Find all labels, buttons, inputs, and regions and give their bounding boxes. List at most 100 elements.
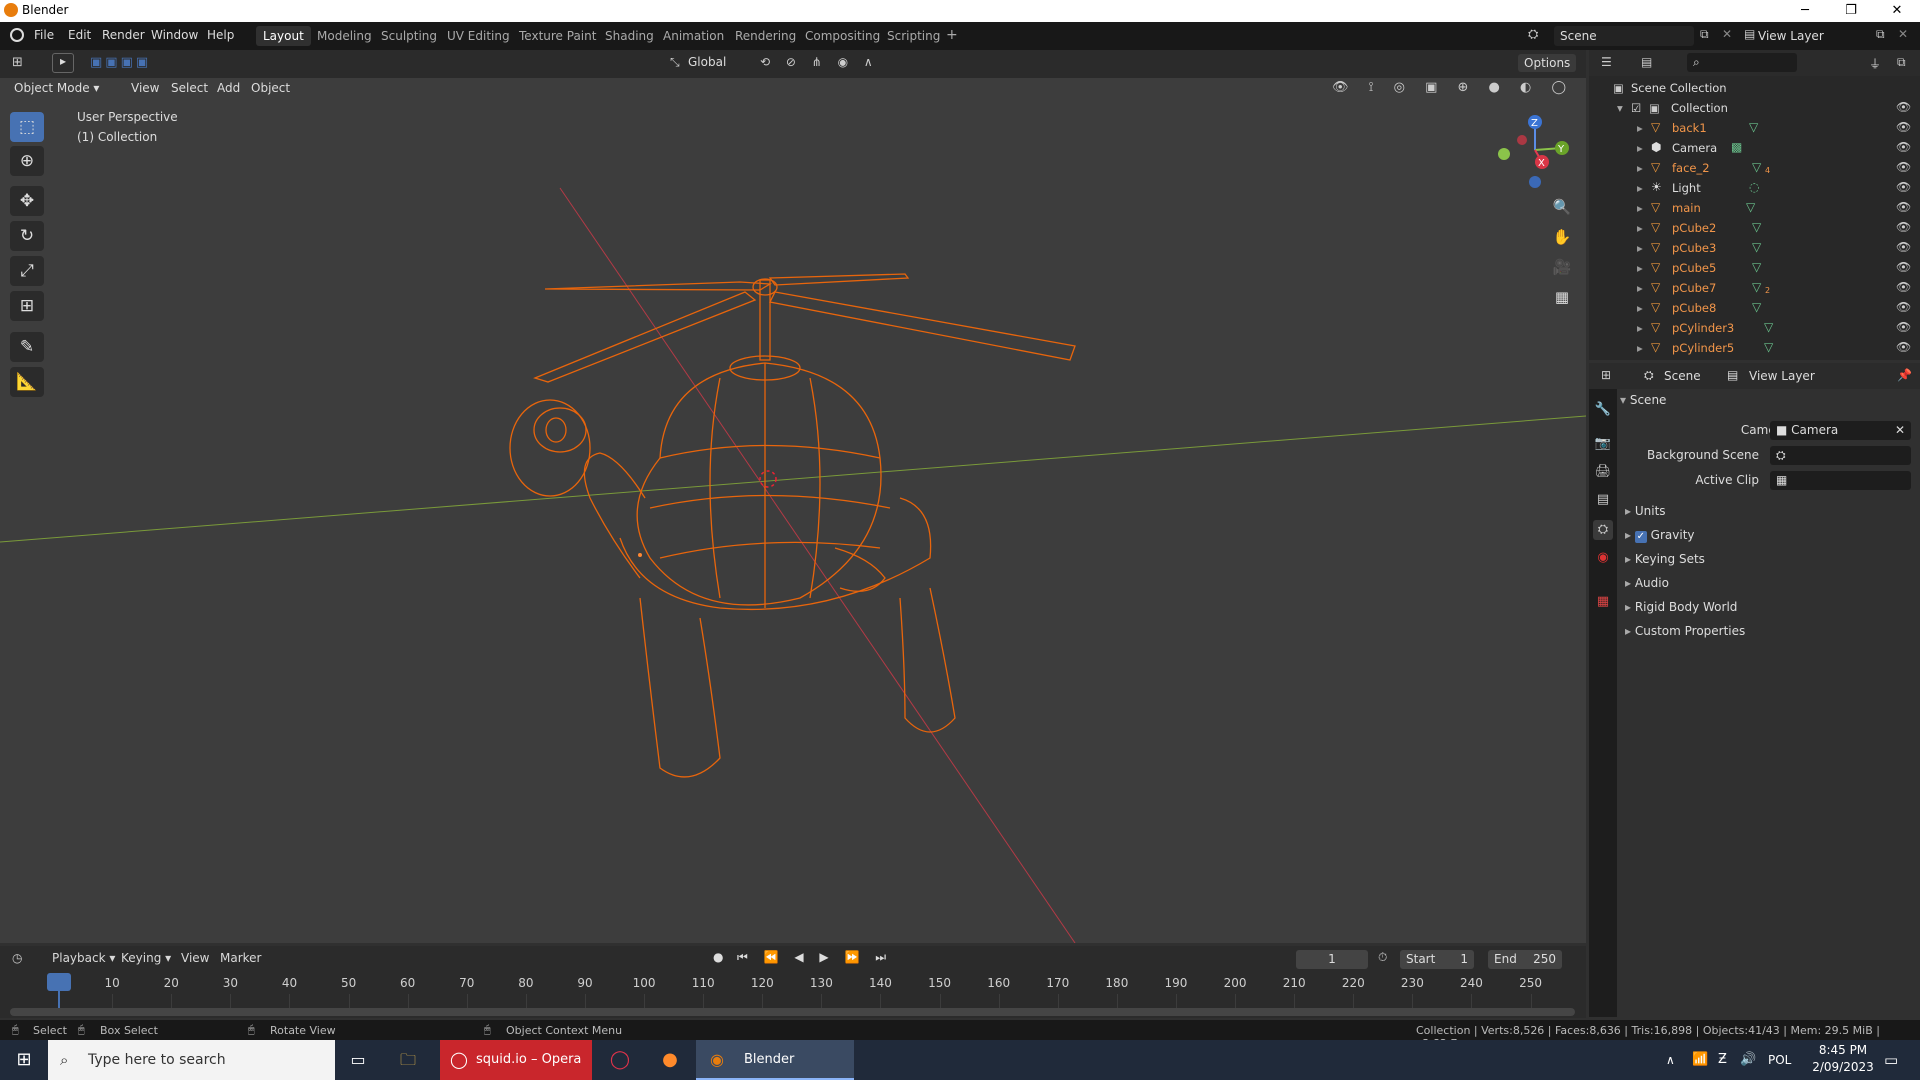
world-tab-icon[interactable]: ◉ [1593,548,1613,568]
clock-date[interactable]: 2/09/2023 [1808,1060,1878,1074]
timeline-menu-keying[interactable]: Keying ▾ [121,951,171,965]
input-method-icon[interactable]: Ƶ [1718,1040,1727,1080]
visibility-eye-icon[interactable]: 👁 [1896,200,1911,214]
outliner-item[interactable]: ▸ ☀ Light ◌ 👁 [1589,178,1920,198]
minimize-button[interactable]: ─ [1782,0,1828,22]
editor-type-icon[interactable]: ⊞ [12,55,23,70]
visibility-eye-icon[interactable]: 👁 [1896,140,1911,154]
maximize-button[interactable]: ❐ [1828,0,1874,22]
camera-data-icon[interactable]: ▩ [1731,140,1742,154]
scene-selector-icon[interactable]: ⛭ [1528,27,1538,42]
delete-view-layer-icon[interactable]: ✕ [1898,27,1908,41]
menu-window[interactable]: Window [151,28,198,42]
opera-gx-icon[interactable]: ◯ [600,1040,640,1080]
scale-tool-icon[interactable]: ⤢ [10,256,44,286]
checkbox-icon[interactable]: ☑ [1631,101,1641,115]
taskbar-search-box[interactable]: ⌕ Type here to search [48,1040,335,1080]
tab-animation[interactable]: Animation [656,26,731,46]
timeline-menu-view[interactable]: View [181,951,209,965]
outliner-item[interactable]: ▸ ▽ pCube8 ▽ 👁 [1589,298,1920,318]
viewport-menu-object[interactable]: Object [251,81,290,95]
menu-render[interactable]: Render [102,28,145,42]
panel-keying-sets[interactable]: ▸ Keying Sets [1625,552,1705,566]
expand-arrow-icon[interactable]: ▸ [1637,161,1643,175]
new-view-layer-icon[interactable]: ⧉ [1876,27,1885,42]
measure-tool-icon[interactable]: 📐 [10,367,44,397]
breadcrumb-view-layer[interactable]: View Layer [1749,369,1815,383]
outliner-item[interactable]: ▸ ▽ back1 ▽ 👁 [1589,118,1920,138]
mesh-data-icon[interactable]: ▽ [1752,300,1761,314]
tray-chevron-icon[interactable]: ∧ [1666,1040,1675,1080]
select-tool-icon[interactable]: ▸ [52,53,74,73]
clock-time[interactable]: 8:45 PM [1808,1043,1878,1057]
volume-icon[interactable]: 🔊 [1740,1040,1756,1080]
expand-arrow-icon[interactable]: ▸ [1637,201,1643,215]
viewport-menu-add[interactable]: Add [217,81,240,95]
tab-shading[interactable]: Shading [598,26,661,46]
new-collection-icon[interactable]: ⧉ [1897,55,1906,70]
mesh-data-icon[interactable]: ▽ [1752,280,1761,294]
outliner-item[interactable]: ▸ ▽ pCube2 ▽ 👁 [1589,218,1920,238]
tab-compositing[interactable]: Compositing [798,26,887,46]
start-frame-field[interactable]: Start 1 [1400,950,1474,969]
collapse-arrow-icon[interactable]: ▾ [1617,101,1623,115]
playhead[interactable] [47,973,71,991]
taskbar-opera-window[interactable]: ◯ squid.io – Opera [440,1040,592,1080]
outliner-item[interactable]: ▸ ▽ pCylinder3 ▽ 👁 [1589,318,1920,338]
scene-section-header[interactable]: ▾ Scene [1620,393,1666,407]
expand-arrow-icon[interactable]: ▸ [1637,281,1643,295]
blender-menu-icon[interactable] [10,28,24,42]
task-view-icon[interactable]: ▭ [340,1040,376,1080]
background-scene-field[interactable]: ⛭ [1770,446,1911,465]
outliner-item[interactable]: ▸ ▽ pCylinder5 ▽ 👁 [1589,338,1920,358]
outliner-search-input[interactable]: ⌕ [1687,53,1797,72]
mesh-data-icon[interactable]: ▽ [1752,160,1761,174]
visibility-eye-icon[interactable]: 👁 [1896,100,1911,114]
notifications-icon[interactable]: ▭ [1884,1040,1898,1080]
panel-gravity[interactable]: ▸ ✓ Gravity [1625,528,1695,543]
tab-scripting[interactable]: Scripting [880,26,947,46]
timeline-menu-marker[interactable]: Marker [220,951,261,965]
navigation-gizmo[interactable]: Z Y X [1490,110,1570,190]
tab-modeling[interactable]: Modeling [310,26,379,46]
viewport-menu-select[interactable]: Select [171,81,208,95]
tool-tab-icon[interactable]: 🔧 [1593,400,1613,420]
camera-field[interactable]: ■ Camera ✕ [1770,421,1911,440]
panel-custom-properties[interactable]: ▸ Custom Properties [1625,624,1745,638]
display-mode-icon[interactable]: ▤ [1641,55,1652,69]
transform-orientation-dropdown[interactable]: Global [688,55,726,69]
expand-arrow-icon[interactable]: ▸ [1637,121,1643,135]
outliner-item[interactable]: ▸ ▽ pCube5 ▽ 👁 [1589,258,1920,278]
texture-tab-icon[interactable]: ▦ [1593,592,1613,612]
output-tab-icon[interactable]: 🖨 [1593,462,1613,482]
visibility-eye-icon[interactable]: 👁 [1896,160,1911,174]
delete-scene-icon[interactable]: ✕ [1722,27,1732,41]
timeline-scrollbar[interactable] [10,1008,1575,1016]
menu-help[interactable]: Help [207,28,234,42]
new-scene-icon[interactable]: ⧉ [1700,27,1709,42]
language-indicator[interactable]: POL [1768,1040,1791,1080]
annotate-tool-icon[interactable]: ✎ [10,332,44,362]
scene-name-field[interactable]: Scene [1554,26,1694,46]
visibility-eye-icon[interactable]: 👁 [1896,220,1911,234]
add-workspace-icon[interactable]: + [942,26,962,46]
auto-keying-icon[interactable]: ● [713,950,723,964]
outliner-collection[interactable]: ▾ ☑ ▣ Collection 👁 [1589,98,1920,118]
mesh-data-icon[interactable]: ▽ [1764,320,1773,334]
taskbar-blender-window[interactable]: ◉ Blender [696,1040,854,1080]
perspective-toggle-icon[interactable]: ▦ [1548,283,1576,311]
panel-rigid-body-world[interactable]: ▸ Rigid Body World [1625,600,1737,614]
breadcrumb-scene[interactable]: Scene [1664,369,1701,383]
move-tool-icon[interactable]: ✥ [10,186,44,216]
expand-arrow-icon[interactable]: ▸ [1637,301,1643,315]
tweak-select-tool-icon[interactable]: ⬚ [10,112,44,142]
visibility-eye-icon[interactable]: 👁 [1896,260,1911,274]
visibility-eye-icon[interactable]: 👁 [1896,240,1911,254]
mesh-data-icon[interactable]: ▽ [1749,120,1758,134]
pivot-snap-icons[interactable]: ⟲ ⊘ ⋔ ◉ ∧ [760,55,879,69]
timeline-editor-type-icon[interactable]: ◷ [12,951,22,965]
pan-hand-icon[interactable]: ✋ [1548,223,1576,251]
outliner-item[interactable]: ▸ ▽ pCube3 ▽ 👁 [1589,238,1920,258]
outliner-scene-collection[interactable]: ▣ Scene Collection [1589,78,1920,98]
tab-uv-editing[interactable]: UV Editing [440,26,517,46]
